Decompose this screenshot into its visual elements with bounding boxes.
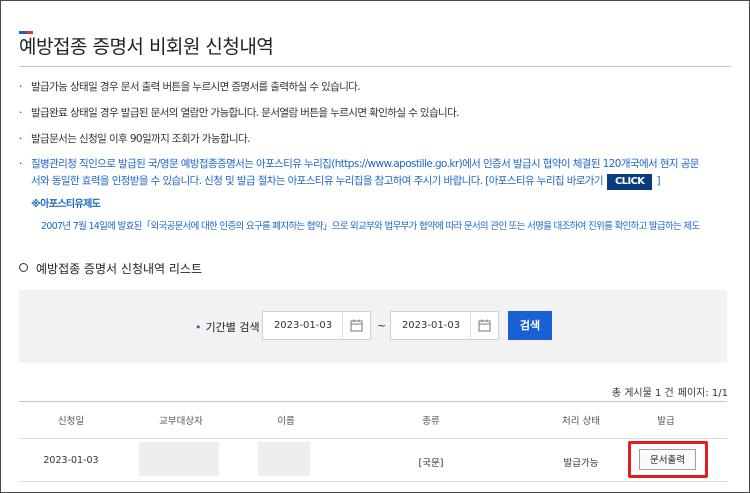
column-header-date: 신청일 — [57, 416, 85, 427]
cell-date: 2023-01-03 — [43, 455, 99, 466]
table-header-divider — [19, 438, 727, 439]
search-label: • 기간별 검색 — [195, 321, 260, 334]
apostille-click-button[interactable]: CLICK — [606, 174, 653, 190]
list-meta: 총 게시물 1 건 페이지: 1/1 — [608, 384, 728, 399]
total-count: 총 게시물 1 건 — [611, 388, 674, 399]
column-header-kind: 종류 — [422, 416, 440, 427]
column-header-recipient: 교부대상자 — [159, 416, 203, 427]
end-date-field[interactable]: 2023-01-03 — [390, 311, 499, 340]
redacted-recipient — [139, 442, 219, 476]
table-row-divider — [19, 481, 727, 482]
apostille-heading: ※아포스티유제도 — [31, 199, 101, 210]
title-divider — [19, 66, 731, 67]
end-date-value: 2023-01-03 — [401, 320, 461, 331]
column-header-status: 처리 상태 — [562, 416, 600, 427]
column-header-issue: 발급 — [657, 416, 675, 427]
cell-status: 발급가능 — [563, 458, 599, 469]
date-range-separator: ~ — [377, 319, 387, 332]
page-indicator: 페이지: 1/1 — [677, 388, 728, 399]
list-heading: 예방접종 증명서 신청내역 리스트 — [19, 260, 202, 277]
start-date-value: 2023-01-03 — [273, 320, 333, 331]
print-document-button[interactable]: 문서출력 — [639, 449, 696, 470]
page-title: 예방접종 증명서 비회원 신청내역 — [19, 36, 274, 58]
column-header-name: 이름 — [277, 416, 295, 427]
notice-item: · 발급가능 상태일 경우 문서 출력 버튼을 누르시면 증명서를 출력하실 수 … — [19, 81, 361, 93]
title-accent-bar — [19, 19, 33, 34]
cell-kind: [국문] — [418, 458, 444, 469]
start-date-field[interactable]: 2023-01-03 — [262, 311, 371, 340]
calendar-icon[interactable] — [342, 312, 370, 339]
issue-highlight: 문서출력 — [628, 441, 708, 478]
notice-item: · 발급완료 상태일 경우 발급된 문서의 열람만 가능합니다. 문서열람 버튼을… — [19, 107, 460, 119]
table-top-border — [19, 401, 727, 402]
apostille-description: 2007년 7월 14일에 발효된「외국공문서에 대한 인증의 요구를 폐지하는… — [41, 221, 700, 232]
calendar-icon[interactable] — [470, 312, 498, 339]
redacted-name — [258, 442, 310, 476]
circle-bullet-icon — [19, 263, 28, 272]
search-panel: • 기간별 검색 2023-01-03 ~ 2023-01-03 검색 — [19, 290, 727, 363]
notice-item: · 발급문서는 신청일 이후 90일까지 조회가 가능합니다. — [19, 133, 250, 145]
notice-item-apostille: · 질병관리청 직인으로 발급된 국/영문 예방접종증명서는 아포스티유 누리집(… — [19, 156, 731, 190]
search-button[interactable]: 검색 — [508, 311, 552, 340]
